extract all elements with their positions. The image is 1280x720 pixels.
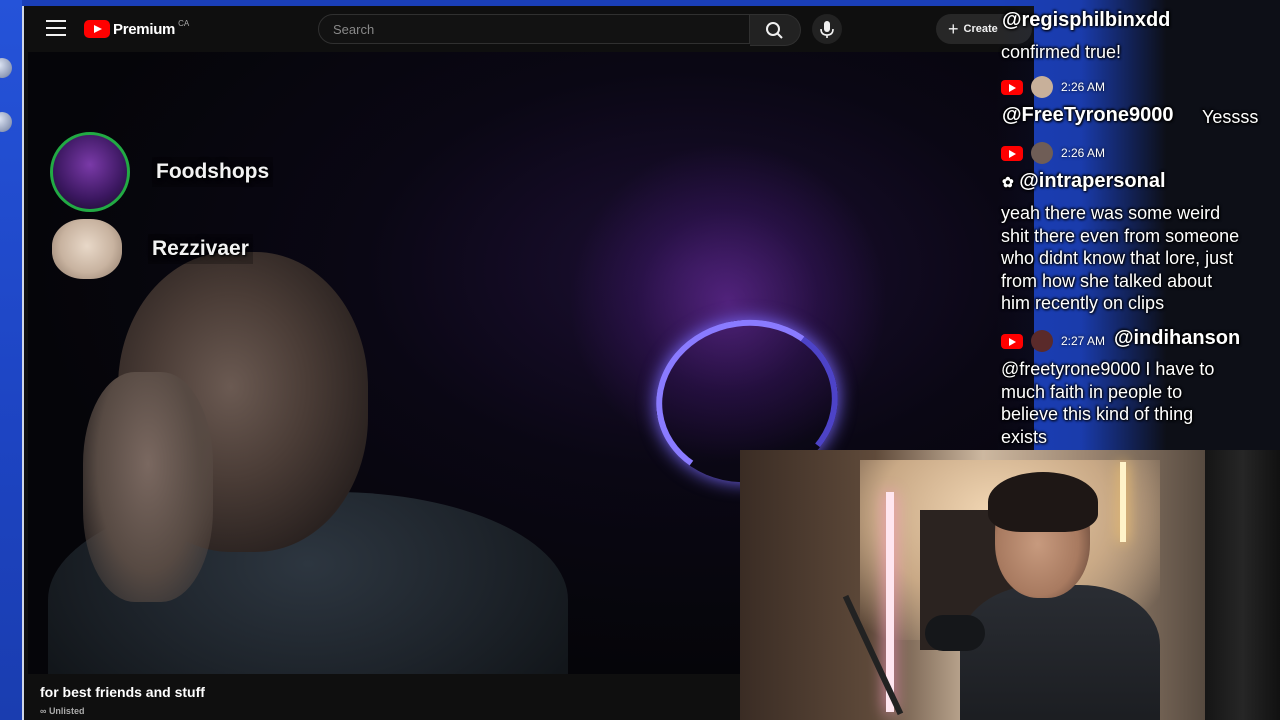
desktop-background xyxy=(0,0,22,720)
chat-time: 2:26 AM xyxy=(1061,80,1106,94)
logo-region: CA xyxy=(178,18,190,28)
avatar xyxy=(1031,330,1053,352)
chat-username: @FreeTyrone9000 xyxy=(1002,104,1174,126)
chat-message-line: believe this kind of thing xyxy=(1001,404,1194,424)
link-icon: ∞ xyxy=(40,706,47,716)
menu-icon[interactable] xyxy=(46,20,66,36)
mic-icon xyxy=(820,21,834,38)
chat-overlay: @regisphilbinxdd confirmed true! 2:26 AM… xyxy=(996,0,1280,450)
chat-message-line: @freetyrone9000 I have to xyxy=(1001,359,1215,379)
chat-username-text: @intrapersonal xyxy=(1019,170,1166,192)
participant-name: Rezzivaer xyxy=(148,234,253,264)
chat-username: @indihanson xyxy=(1114,327,1241,349)
chat-meta: 2:26 AM xyxy=(1001,76,1105,98)
video-title: for best friends and stuff xyxy=(40,684,205,700)
webcam-curtain xyxy=(1205,450,1280,720)
chat-message: Yessss xyxy=(1202,107,1259,127)
search-input[interactable] xyxy=(318,14,750,44)
avatar xyxy=(52,219,122,279)
participant-foodshops: Foodshops xyxy=(50,132,274,212)
voice-search-button[interactable] xyxy=(812,14,842,44)
person-hand xyxy=(83,372,213,602)
chat-message-line: him recently on clips xyxy=(1001,293,1165,313)
youtube-badge-icon xyxy=(1001,79,1023,95)
avatar xyxy=(1031,142,1053,164)
chat-message: confirmed true! xyxy=(1001,42,1122,62)
create-label: Create xyxy=(963,23,998,35)
youtube-header: Premium CA + Create xyxy=(24,6,1034,52)
visibility-label: ∞ Unlisted xyxy=(40,706,84,716)
chat-user-icon: ✿ xyxy=(1002,174,1014,190)
chat-username: @regisphilbinxdd xyxy=(1002,9,1171,31)
chat-time: 2:26 AM xyxy=(1061,146,1106,160)
chat-message-line: yeah there was some weird xyxy=(1001,203,1221,223)
plus-icon: + xyxy=(948,18,959,39)
webcam-person-body xyxy=(960,585,1160,720)
chat-message-line: much faith in people to xyxy=(1001,381,1183,402)
avatar xyxy=(1031,76,1053,98)
ornament-icon xyxy=(0,112,12,132)
webcam-overlay xyxy=(740,450,1280,720)
webcam-microphone xyxy=(925,615,985,651)
chat-message-line: shit there even from someone xyxy=(1001,225,1240,246)
avatar xyxy=(50,132,130,212)
logo-text: Premium xyxy=(113,20,176,38)
search-icon xyxy=(766,22,783,39)
participant-rezzivaer: Rezzivaer xyxy=(52,219,253,279)
webcam-person-hair xyxy=(988,472,1098,532)
youtube-badge-icon xyxy=(1001,145,1023,161)
visibility-text: Unlisted xyxy=(48,706,85,716)
chat-message-line: who didnt know that lore, just xyxy=(1001,248,1234,268)
ornament-icon xyxy=(0,58,12,78)
youtube-logo[interactable]: Premium CA xyxy=(84,18,189,40)
chat-meta: 2:27 AM xyxy=(1001,330,1105,352)
youtube-logo-icon xyxy=(84,20,110,38)
chat-message-line: from how she talked about xyxy=(1001,270,1213,291)
webcam-light-bar xyxy=(1120,462,1126,542)
chat-meta: 2:26 AM xyxy=(1001,142,1105,164)
participant-name: Foodshops xyxy=(152,157,274,187)
chat-username: ✿ @intrapersonal xyxy=(1002,170,1166,194)
search-button[interactable] xyxy=(750,14,801,46)
chat-message-line: exists xyxy=(1001,426,1048,447)
chat-time: 2:27 AM xyxy=(1061,334,1106,348)
youtube-badge-icon xyxy=(1001,333,1023,349)
